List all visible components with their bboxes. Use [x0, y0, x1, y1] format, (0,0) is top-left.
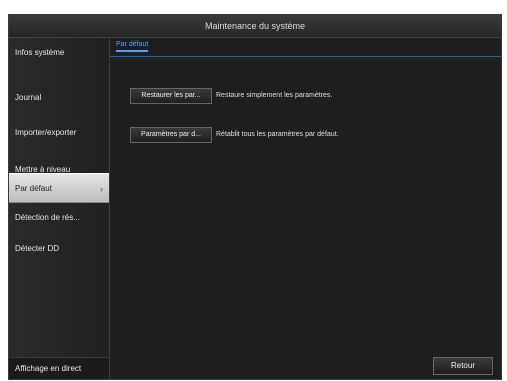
back-button[interactable]: Retour: [433, 357, 493, 375]
sidebar-item-importer-exporter[interactable]: Importer/exporter: [9, 118, 109, 148]
sidebar-item-label: Infos système: [15, 48, 65, 57]
default-parameters-button[interactable]: Paramètres par d...: [130, 127, 212, 143]
live-view-button[interactable]: Affichage en direct: [9, 357, 109, 379]
sidebar-item-label: Détecter DD: [15, 244, 60, 253]
maintenance-window: Maintenance du système Infos système Jou…: [8, 14, 502, 380]
restore-parameters-description: Restaure simplement les paramètres.: [216, 92, 333, 99]
main-content: Par défaut Restaurer les par... Restaure…: [110, 38, 501, 379]
sidebar-item-detecter-dd[interactable]: Détecter DD: [9, 234, 109, 264]
sidebar-item-infos-systeme[interactable]: Infos système: [9, 38, 109, 68]
tab-bar: Par défaut: [110, 38, 501, 57]
sidebar-item-label: Par défaut: [15, 184, 52, 193]
restore-parameters-button[interactable]: Restaurer les par...: [130, 88, 212, 104]
sidebar: Infos système Journal Importer/exporter …: [9, 38, 110, 379]
sidebar-item-detection-reseau[interactable]: Détection de rés...: [9, 203, 109, 233]
sidebar-item-label: Journal: [15, 93, 42, 102]
chevron-right-icon: ›: [100, 184, 103, 194]
sidebar-item-label: Détection de rés...: [15, 213, 80, 222]
sidebar-item-label: Importer/exporter: [15, 128, 77, 137]
window-title: Maintenance du système: [9, 15, 501, 38]
tab-par-defaut[interactable]: Par défaut: [116, 41, 149, 52]
default-parameters-description: Rétablit tous les paramètres par défaut.: [216, 131, 339, 138]
sidebar-item-par-defaut[interactable]: Par défaut ›: [9, 173, 109, 203]
sidebar-item-journal[interactable]: Journal: [9, 83, 109, 113]
